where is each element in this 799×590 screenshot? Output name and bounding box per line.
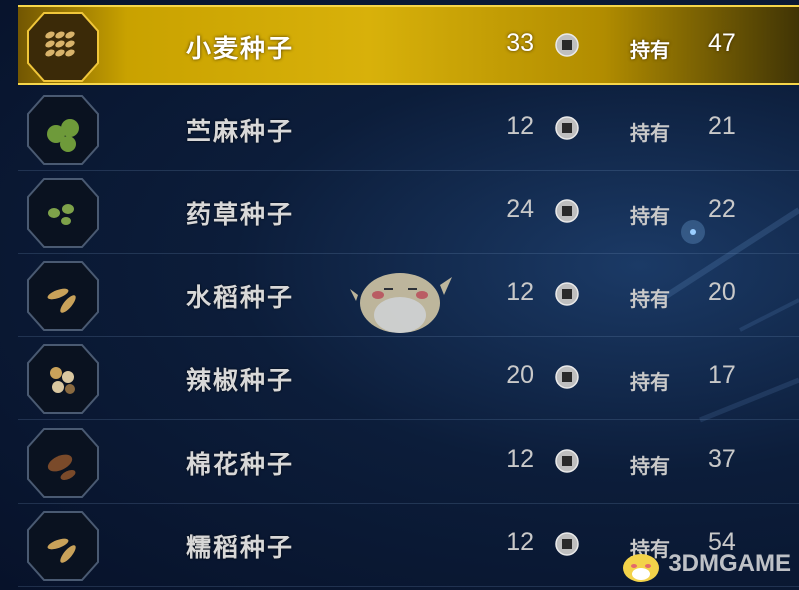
item-price: 12 (506, 528, 534, 556)
item-price: 24 (506, 195, 534, 223)
list-item[interactable]: 辣椒种子 20 持有 17 (18, 339, 799, 420)
ramie-seeds-icon (27, 95, 99, 165)
held-label: 持有 (630, 121, 670, 145)
coin-icon (555, 532, 579, 556)
item-name: 辣椒种子 (186, 366, 295, 395)
held-label: 持有 (630, 204, 670, 228)
item-price: 12 (506, 112, 534, 140)
held-count: 37 (708, 445, 736, 473)
watermark-text: 3DMGAME (668, 550, 791, 577)
item-name: 糯稻种子 (186, 533, 295, 562)
list-item[interactable]: 小麦种子 33 持有 47 (18, 5, 799, 85)
held-count: 21 (708, 112, 736, 140)
herb-seeds-icon (27, 178, 99, 248)
coin-icon (555, 116, 579, 140)
rice-seeds-icon (27, 261, 99, 331)
wheat-seeds-icon (27, 12, 99, 82)
watermark-logo-icon (623, 554, 660, 582)
held-label: 持有 (630, 38, 670, 62)
held-count: 47 (708, 29, 736, 57)
item-price: 12 (506, 278, 534, 306)
list-item[interactable]: 药草种子 24 持有 22 (18, 173, 799, 254)
coin-icon (555, 199, 579, 223)
item-price: 33 (506, 29, 534, 57)
item-name: 棉花种子 (186, 450, 295, 479)
list-item[interactable]: 苎麻种子 12 持有 21 (18, 90, 799, 171)
held-label: 持有 (630, 287, 670, 311)
held-label: 持有 (630, 454, 670, 478)
held-label: 持有 (630, 370, 670, 394)
item-name: 药草种子 (186, 200, 295, 229)
item-price: 20 (506, 361, 534, 389)
coin-icon (555, 365, 579, 389)
cotton-seeds-icon (27, 428, 99, 498)
item-name: 小麦种子 (186, 34, 295, 63)
chili-seeds-icon (27, 344, 99, 414)
glutinous-rice-seeds-icon (27, 511, 99, 581)
coin-icon (555, 449, 579, 473)
item-name: 水稻种子 (186, 283, 295, 312)
coin-icon (555, 33, 579, 57)
watermark: 3DMGAME (618, 544, 791, 584)
held-count: 20 (708, 278, 736, 306)
item-name: 苎麻种子 (186, 117, 295, 146)
mascot-watermark-icon (350, 273, 452, 333)
item-price: 12 (506, 445, 534, 473)
held-count: 22 (708, 195, 736, 223)
list-item[interactable]: 棉花种子 12 持有 37 (18, 423, 799, 504)
coin-icon (555, 282, 579, 306)
held-count: 17 (708, 361, 736, 389)
